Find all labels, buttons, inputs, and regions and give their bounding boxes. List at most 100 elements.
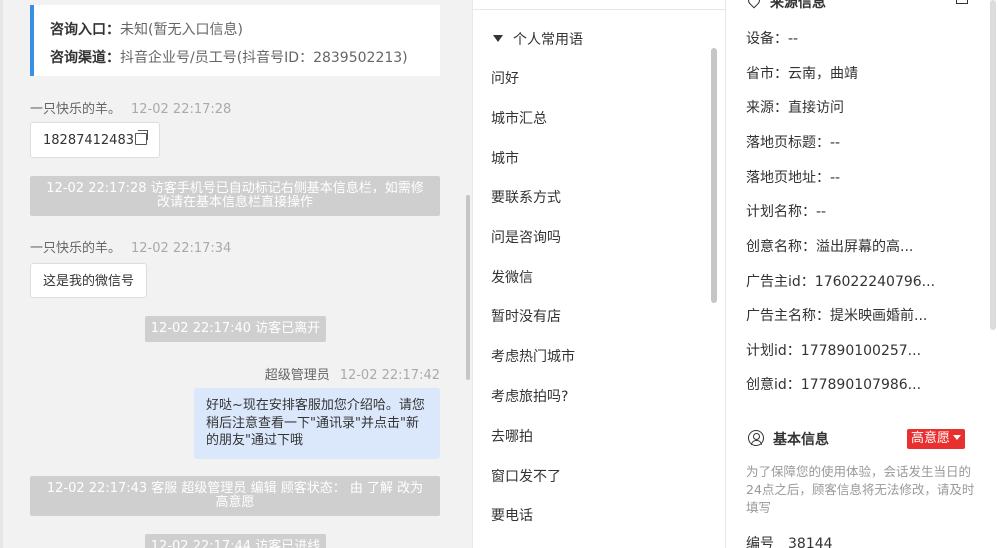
field-value: 直接访问 — [788, 100, 844, 116]
basic-info-title: 基本信息 — [773, 432, 829, 448]
consult-channel-label: 咨询渠道： — [50, 50, 120, 66]
field-creative-id: 创意id：177890107986... — [746, 374, 921, 394]
phrase-item[interactable]: 问是咨询吗 — [491, 227, 561, 247]
field-label: 广告主id： — [746, 274, 815, 290]
message-time: 12-02 22:17:42 — [339, 368, 440, 383]
message-text: 这是我的微信号 — [43, 274, 135, 289]
caret-down-icon — [493, 35, 503, 42]
field-label: 落地页地址： — [746, 170, 830, 186]
field-value: 云南，曲靖 — [788, 66, 858, 82]
system-note: 12-02 22:17:43 客服 超级管理员 编辑 顾客状态： 由 了解 改为… — [30, 476, 440, 516]
phrase-item[interactable]: 去哪拍 — [491, 426, 533, 446]
field-plan-id: 计划id：177890100257... — [746, 340, 921, 360]
field-label: 来源： — [746, 100, 788, 116]
phrase-item[interactable]: 发微信 — [491, 267, 533, 287]
field-value: 提米映画婚前... — [830, 308, 928, 324]
field-value: 177890100257... — [800, 343, 922, 359]
message-sender: 一只快乐的羊。 12-02 22:17:34 — [30, 237, 231, 256]
field-label: 设备： — [746, 31, 788, 47]
field-value: -- — [788, 31, 799, 47]
common-phrases-panel: 个人常用语 问好 城市汇总 城市 要联系方式 问是咨询吗 发微信 暂时没有店 考… — [472, 0, 727, 548]
field-label: 计划id： — [746, 343, 801, 359]
export-icon[interactable] — [956, 0, 968, 4]
phrase-group-title: 个人常用语 — [513, 32, 583, 48]
location-pin-icon — [745, 0, 763, 9]
edit-deadline-hint: 为了保障您的使用体验，会话发生当日的24点之后，顾客信息将无法修改，请及时填写 — [746, 464, 975, 515]
consult-entry-label: 咨询入口： — [50, 22, 120, 38]
system-note-text: 12-02 22:17:43 客服 超级管理员 编辑 顾客状态： 由 了解 改为… — [46, 481, 424, 510]
field-value: 溢出屏幕的高... — [816, 239, 914, 255]
field-value: 176022240796... — [814, 274, 936, 290]
phrase-item[interactable]: 城市汇总 — [491, 108, 547, 128]
field-landing-title: 落地页标题：-- — [746, 132, 840, 152]
sender-name: 一只快乐的羊。 — [30, 241, 122, 256]
field-label: 创意id： — [746, 377, 801, 393]
system-note-text: 12-02 22:17:44 访客已进线 — [150, 539, 321, 548]
field-label: 省市： — [746, 66, 788, 82]
info-scrollbar[interactable] — [990, 0, 996, 330]
message-bubble-phone[interactable]: 18287412483 — [30, 122, 160, 158]
system-note: 12-02 22:17:28 访客手机号已自动标记右侧基本信息栏，如需修改请在基… — [30, 176, 440, 216]
field-province-city: 省市：云南，曲靖 — [746, 63, 858, 83]
phrase-item[interactable]: 要电话 — [491, 505, 533, 525]
phrase-item[interactable]: 窗口发不了 — [491, 466, 561, 486]
system-note-text: 12-02 22:17:40 访客已离开 — [150, 321, 321, 336]
consult-info-card: 咨询入口：未知(暂无入口信息) 咨询渠道：抖音企业号/员工号(抖音号ID：283… — [30, 5, 440, 76]
field-landing-url: 落地页地址：-- — [746, 167, 840, 187]
sender-name: 超级管理员 — [264, 368, 330, 383]
field-label: 广告主名称： — [746, 308, 830, 324]
field-label: 创意名称： — [746, 239, 816, 255]
field-value: -- — [830, 135, 841, 151]
customer-id-label: 编号 — [746, 536, 774, 548]
system-note: 12-02 22:17:40 访客已离开 — [145, 316, 326, 342]
system-note-text: 12-02 22:17:28 访客手机号已自动标记右侧基本信息栏，如需修改请在基… — [46, 181, 424, 210]
panel-edge — [0, 0, 3, 548]
message-sender-agent: 超级管理员 12-02 22:17:42 — [240, 364, 440, 383]
message-bubble[interactable]: 这是我的微信号 — [30, 263, 148, 298]
phrase-group-toggle[interactable]: 个人常用语 — [493, 29, 583, 49]
intent-level-label: 高意愿 — [911, 431, 951, 446]
phrases-scrollbar[interactable] — [711, 48, 717, 303]
phrase-item[interactable]: 暂时没有店 — [491, 306, 561, 326]
field-plan-name: 计划名称：-- — [746, 201, 826, 221]
field-creative-name: 创意名称：溢出屏幕的高... — [746, 236, 913, 256]
consult-channel-row: 咨询渠道：抖音企业号/员工号(抖音号ID：2839502213) — [50, 47, 408, 67]
chat-panel: 咨询入口：未知(暂无入口信息) 咨询渠道：抖音企业号/员工号(抖音号ID：283… — [0, 0, 472, 548]
phrase-item[interactable]: 要联系方式 — [491, 187, 561, 207]
field-source: 来源：直接访问 — [746, 97, 844, 117]
phrase-item[interactable]: 考虑热门城市 — [491, 346, 575, 366]
message-time: 12-02 22:17:34 — [131, 241, 232, 256]
consult-channel-value: 抖音企业号/员工号(抖音号ID：2839502213) — [120, 50, 408, 66]
customer-id-row: 编号 38144 — [746, 533, 833, 548]
consult-entry-value: 未知(暂无入口信息) — [120, 22, 243, 38]
phone-number-text: 18287412483 — [43, 133, 134, 148]
agent-message-bubble[interactable]: 好哒~现在安排客服加您介绍哈。请您稍后注意查看一下"通讯录"并点击"新的朋友"通… — [194, 388, 440, 459]
caret-down-icon — [953, 435, 962, 440]
field-value: -- — [816, 204, 827, 220]
chat-scrollbar[interactable] — [466, 195, 470, 380]
sender-name: 一只快乐的羊。 — [30, 102, 122, 117]
field-advertiser-id: 广告主id：176022240796... — [746, 271, 935, 291]
consult-entry-row: 咨询入口：未知(暂无入口信息) — [50, 19, 243, 39]
message-time: 12-02 22:17:28 — [131, 102, 232, 117]
field-label: 计划名称： — [746, 204, 816, 220]
field-value: 177890107986... — [800, 377, 922, 393]
app-root: 咨询入口：未知(暂无入口信息) 咨询渠道：抖音企业号/员工号(抖音号ID：283… — [0, 0, 998, 548]
phrase-item[interactable]: 问好 — [491, 68, 519, 88]
field-label: 落地页标题： — [746, 135, 830, 151]
copy-icon[interactable] — [134, 130, 148, 145]
user-circle-icon — [748, 430, 764, 446]
intent-level-select[interactable]: 高意愿 — [907, 429, 966, 449]
message-text: 好哒~现在安排客服加您介绍哈。请您稍后注意查看一下"通讯录"并点击"新的朋友"通… — [206, 398, 425, 448]
field-value: -- — [830, 170, 841, 186]
field-advertiser-name: 广告主名称：提米映画婚前... — [746, 305, 927, 325]
source-info-title: 来源信息 — [770, 0, 826, 11]
phrase-item[interactable]: 考虑旅拍吗? — [491, 386, 568, 406]
phrase-item[interactable]: 城市 — [491, 148, 519, 168]
customer-id-value: 38144 — [788, 536, 833, 548]
customer-info-panel: 来源信息 设备：-- 省市：云南，曲靖 来源：直接访问 落地页标题：-- 落地页… — [726, 0, 998, 548]
divider — [473, 9, 727, 10]
field-device: 设备：-- — [746, 28, 798, 48]
message-sender: 一只快乐的羊。 12-02 22:17:28 — [30, 98, 231, 117]
system-note: 12-02 22:17:44 访客已进线 — [145, 534, 326, 548]
